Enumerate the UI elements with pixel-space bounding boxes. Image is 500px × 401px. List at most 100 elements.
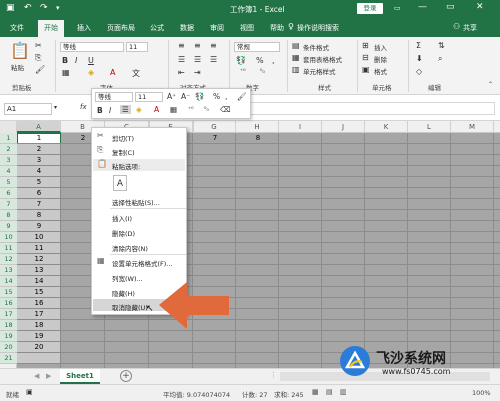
align-middle-icon[interactable]: ≡ [194,41,201,50]
row-header[interactable]: 10 [0,232,17,243]
menu-item-copy[interactable]: 复制(C) [112,147,135,157]
cell-value[interactable]: 8 [17,211,61,219]
percent-button[interactable]: % [256,56,264,65]
delete-cells-button[interactable]: 删除 [374,54,387,64]
tab-help[interactable]: 帮助 [270,23,284,33]
close-button[interactable]: ✕ [476,2,484,12]
ribbon-display-icon[interactable]: ▭ [394,4,401,12]
increase-decimal-icon[interactable]: ⁺⁰ [240,68,246,75]
tab-formulas[interactable]: 公式 [150,23,164,33]
fill-color-icon[interactable]: ◈ [88,68,94,77]
cell-value[interactable]: 11 [17,244,61,252]
mini-font-color-icon[interactable]: A [154,105,159,114]
border-icon[interactable]: ▦ [62,68,70,77]
format-painter-icon[interactable]: 🖌 [35,65,45,74]
mini-bold-button[interactable]: B [97,106,103,115]
cell-value[interactable]: 9 [17,222,61,230]
cell-value[interactable]: 20 [17,343,61,351]
mini-comma-button[interactable]: , [225,92,227,101]
align-right-icon[interactable]: ☰ [210,55,217,64]
cell-value[interactable]: 4 [17,167,61,175]
row-header[interactable]: 3 [0,155,17,166]
cell-value[interactable]: 8 [236,134,280,142]
page-layout-view-icon[interactable]: ▤ [326,388,333,396]
column-header-m[interactable]: M [451,121,494,133]
find-select-icon[interactable]: ⌕ [438,54,442,64]
mini-border-icon[interactable]: ▦ [170,105,177,114]
customize-quick-access-icon[interactable]: ▾ [56,4,60,12]
cell-area[interactable]: 1 2 3 4 5 6 7 8 9 10 11 12 13 14 15 16 17 18 19 20 2 7 8 [17,133,500,368]
autosum-icon[interactable]: Σ [416,41,421,50]
tab-file[interactable]: 文件 [10,23,24,33]
phonetic-icon[interactable]: 文 [132,68,140,79]
row-header[interactable]: 5 [0,177,17,188]
fill-down-icon[interactable]: ⬇ [416,54,423,63]
paste-icon[interactable]: 📋 [10,41,30,60]
mini-erase-icon[interactable]: ⌫ [220,105,231,114]
cell-value[interactable]: 6 [17,189,61,197]
cell-value[interactable]: 3 [17,156,61,164]
bold-icon[interactable]: B [62,56,68,65]
align-center-icon[interactable]: ☰ [194,55,201,64]
minimize-button[interactable]: — [418,2,427,12]
sort-filter-icon[interactable]: ⇅ [438,41,445,50]
share-button[interactable]: 共享 [463,23,477,33]
align-bottom-icon[interactable]: ≡ [210,41,217,50]
zoom-level[interactable]: 100% [472,389,491,397]
column-header-k[interactable]: K [365,121,408,133]
row-header[interactable]: 2 [0,144,17,155]
column-header-g[interactable]: G [193,121,236,133]
menu-item-delete[interactable]: 删除(D) [112,228,135,238]
cell-value[interactable]: 13 [17,266,61,274]
row-header[interactable]: 4 [0,166,17,177]
cell-value[interactable]: 1 [17,134,61,142]
cell-value[interactable]: 19 [17,332,61,340]
mini-font-size-box[interactable]: 11 [135,92,163,102]
column-header-j[interactable]: J [322,121,365,133]
tab-data[interactable]: 数据 [180,23,194,33]
save-icon[interactable]: ▣ [6,3,15,13]
underline-icon[interactable]: U [88,56,94,65]
row-header[interactable]: 16 [0,298,17,309]
decrease-indent-icon[interactable]: ⇤ [178,68,185,77]
menu-item-column-width[interactable]: 列宽(W)... [112,273,143,283]
sheet-options-icon[interactable]: ⋮ [270,371,277,379]
tab-view[interactable]: 视图 [240,23,254,33]
column-header-a[interactable]: A [17,121,61,133]
mini-fill-color-icon[interactable]: ◈ [136,105,142,114]
mini-increase-decimal-icon[interactable]: ⁺⁰ [188,106,194,113]
redo-icon[interactable]: ↷ [40,3,48,13]
page-break-view-icon[interactable]: ▥ [340,388,347,396]
table-format-button[interactable]: 套用表格格式 [303,54,342,64]
tell-me-search[interactable]: 操作说明搜索 [297,23,339,33]
normal-view-icon[interactable]: ▦ [312,388,319,396]
align-top-icon[interactable]: ≡ [178,41,185,50]
mini-currency-icon[interactable]: 💱 [195,92,204,101]
column-header-i[interactable]: I [279,121,322,133]
next-sheet-icon[interactable]: ▶ [46,372,51,380]
cell-value[interactable]: 5 [17,178,61,186]
paste-option-icon[interactable]: A [113,175,127,191]
mini-grow-font-icon[interactable]: A⁺ [167,92,176,101]
format-cells-button[interactable]: 格式 [374,66,387,76]
prev-sheet-icon[interactable]: ◀ [34,372,39,380]
row-header[interactable]: 9 [0,221,17,232]
tab-review[interactable]: 审阅 [210,23,224,33]
column-header-l[interactable]: L [408,121,451,133]
conditional-format-button[interactable]: 条件格式 [303,42,329,52]
cell-value[interactable]: 15 [17,288,61,296]
cell-value[interactable]: 14 [17,277,61,285]
cut-icon[interactable]: ✂ [35,41,42,50]
menu-item-unhide[interactable]: 取消隐藏(U) [112,302,148,312]
name-box[interactable]: A1 [4,103,52,115]
comma-button[interactable]: , [272,56,275,65]
cell-style-button[interactable]: 单元格样式 [303,66,336,76]
number-format-box[interactable]: 常规 [234,42,280,52]
clear-icon[interactable]: ◇ [416,67,422,76]
row-header[interactable]: 1 [0,133,17,144]
font-size-box[interactable]: 11 [126,42,148,52]
tab-insert[interactable]: 插入 [77,23,91,33]
row-header[interactable]: 14 [0,276,17,287]
mini-italic-button[interactable]: I [109,106,111,115]
mini-shrink-font-icon[interactable]: A⁻ [181,92,190,101]
